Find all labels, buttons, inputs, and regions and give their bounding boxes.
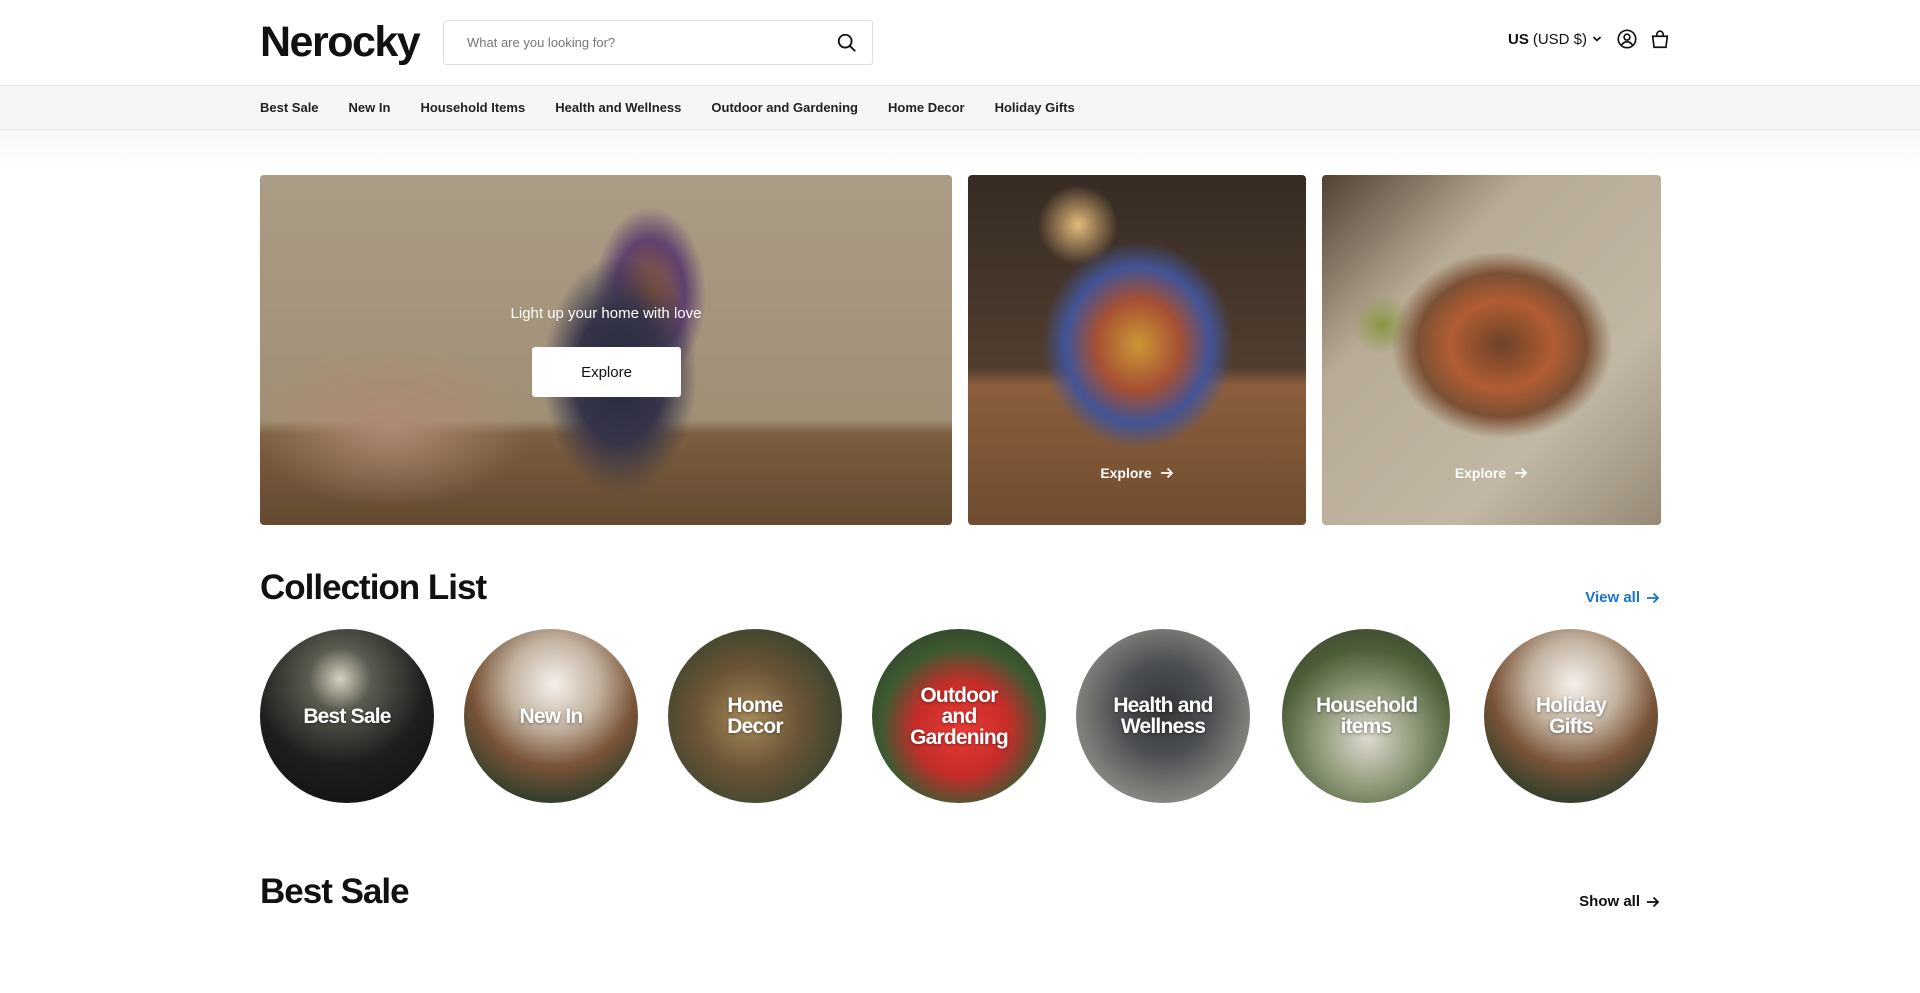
- collection-label: Best Sale: [303, 704, 391, 728]
- arrow-right-icon: [1647, 896, 1660, 907]
- collection-label: Home Decor: [727, 694, 783, 738]
- search-icon[interactable]: [836, 32, 858, 54]
- show-all-link[interactable]: Show all: [1579, 893, 1660, 910]
- collection-new-in[interactable]: New In: [464, 629, 638, 803]
- currency-country: US: [1508, 30, 1529, 48]
- collection-home-decor[interactable]: Home Decor: [668, 629, 842, 803]
- collection-health-wellness[interactable]: Health and Wellness: [1076, 629, 1250, 803]
- nav-item-health-wellness[interactable]: Health and Wellness: [555, 100, 681, 115]
- hero-tile-stained-glass-cat[interactable]: Light up your home with love Explore: [260, 175, 952, 525]
- collection-holiday-gifts[interactable]: Holiday Gifts: [1484, 629, 1658, 803]
- nav-item-home-decor[interactable]: Home Decor: [888, 100, 965, 115]
- nav-item-new-in[interactable]: New In: [349, 100, 391, 115]
- currency-selector[interactable]: US (USD $): [1508, 31, 1602, 48]
- nav-item-best-sale[interactable]: Best Sale: [260, 100, 319, 115]
- show-all-label: Show all: [1579, 893, 1640, 910]
- view-all-label: View all: [1585, 589, 1640, 606]
- site-logo[interactable]: Nerocky: [260, 18, 421, 67]
- cart-bag-icon[interactable]: [1649, 28, 1671, 50]
- arrow-right-icon: [1647, 592, 1660, 603]
- hero-tile-octopus-board[interactable]: Explore: [1322, 175, 1661, 525]
- chevron-down-icon: [1592, 36, 1602, 42]
- nav-item-holiday-gifts[interactable]: Holiday Gifts: [995, 100, 1075, 115]
- collection-household-items[interactable]: Household items: [1282, 629, 1450, 803]
- site-header: Nerocky US (USD $): [0, 0, 1920, 86]
- collection-label: Health and Wellness: [1113, 694, 1213, 738]
- search-bar: [443, 20, 873, 65]
- best-sale-title: Best Sale: [260, 872, 410, 911]
- arrow-right-icon: [1160, 467, 1173, 479]
- tile-explore-link[interactable]: Explore: [1322, 465, 1661, 481]
- nav-shadow: [0, 130, 1920, 170]
- collection-label: Outdoor and Gardening: [910, 683, 1009, 749]
- collection-label: Holiday Gifts: [1535, 694, 1607, 738]
- main-nav: Best Sale New In Household Items Health …: [0, 86, 1920, 130]
- hero-section: Light up your home with love Explore Exp…: [260, 175, 1661, 525]
- header-actions: US (USD $): [1508, 28, 1671, 50]
- tile-explore-label: Explore: [1454, 465, 1507, 481]
- account-icon[interactable]: [1616, 28, 1638, 50]
- view-all-link[interactable]: View all: [1585, 589, 1660, 606]
- collection-list-title: Collection List: [260, 568, 487, 607]
- collection-list: Best Sale New In Home Decor Outdoor and …: [260, 629, 1661, 804]
- currency-code: (USD $): [1532, 30, 1588, 48]
- arrow-right-icon: [1515, 467, 1528, 479]
- hero-caption: Light up your home with love: [510, 305, 702, 322]
- nav-item-outdoor-gardening[interactable]: Outdoor and Gardening: [711, 100, 858, 115]
- hero-explore-button[interactable]: Explore: [532, 347, 681, 397]
- tile-explore-link[interactable]: Explore: [968, 465, 1306, 481]
- collection-label: New In: [519, 704, 584, 728]
- tile-explore-label: Explore: [1100, 465, 1152, 481]
- hero-tile-glass-mug[interactable]: Explore: [968, 175, 1306, 525]
- search-input[interactable]: [467, 35, 827, 50]
- nav-item-household-items[interactable]: Household Items: [420, 100, 525, 115]
- collection-best-sale[interactable]: Best Sale: [260, 629, 434, 803]
- collection-label: Household items: [1316, 694, 1418, 738]
- collection-outdoor-gardening[interactable]: Outdoor and Gardening: [872, 629, 1046, 803]
